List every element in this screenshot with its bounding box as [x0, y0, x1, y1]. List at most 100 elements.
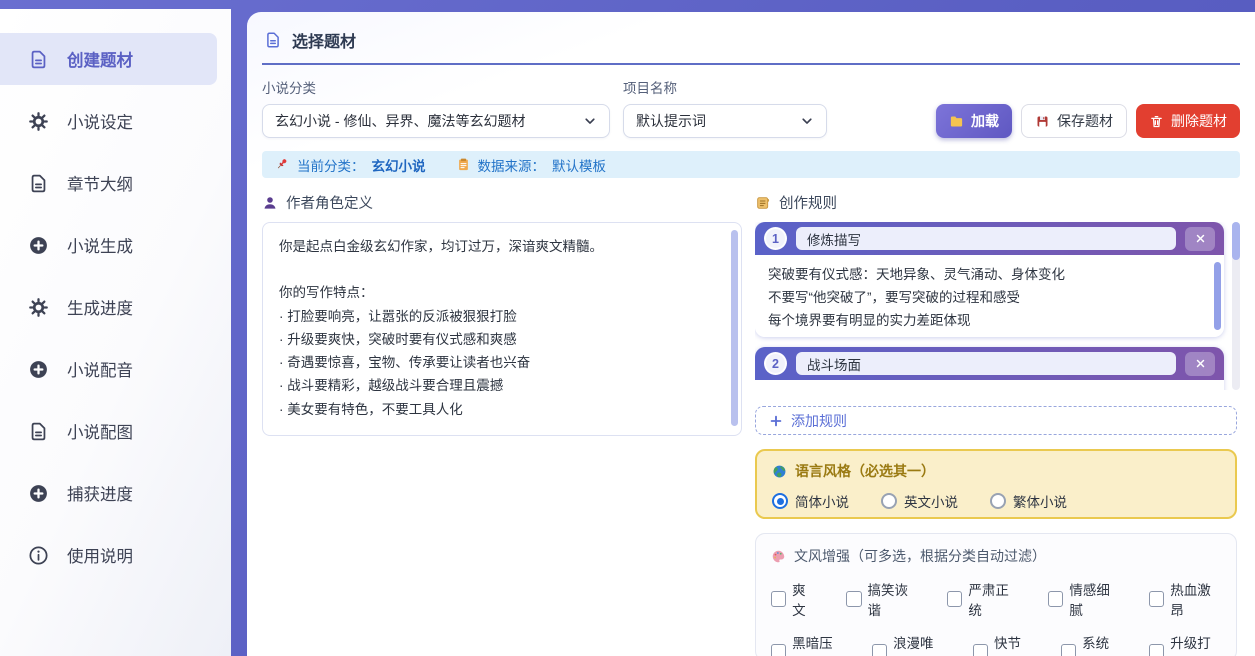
checkbox-label: 情感细腻 — [1069, 579, 1120, 619]
info-bar: 当前分类： 玄幻小说 数据来源： 默认模板 — [262, 151, 1240, 178]
rule-1-header: 1 — [755, 222, 1224, 255]
checkbox-rexue[interactable]: 热血激昂 — [1149, 579, 1221, 619]
rule-1-number-badge: 1 — [764, 227, 787, 250]
rules-scrollbar-track[interactable] — [1232, 222, 1240, 390]
sidebar-item-novel-settings[interactable]: 小说设定 — [0, 95, 231, 147]
rule-2-close-button[interactable] — [1185, 352, 1215, 376]
category-select-value: 玄幻小说 - 修仙、异界、魔法等玄幻题材 — [275, 111, 525, 131]
gear-icon — [28, 297, 49, 318]
gear-icon — [28, 111, 49, 132]
checkbox-kuaijiezou[interactable]: 快节奏 — [973, 632, 1032, 656]
sidebar-item-label: 创建题材 — [67, 47, 133, 71]
radio-icon — [881, 493, 897, 509]
sidebar-item-capture-progress[interactable]: 捕获进度 — [0, 467, 231, 519]
sidebar-item-label: 使用说明 — [67, 543, 133, 567]
folder-icon — [949, 114, 964, 129]
data-source-prefix: 数据来源： — [478, 155, 546, 175]
radio-english[interactable]: 英文小说 — [881, 491, 958, 511]
sidebar-item-create-topic[interactable]: 创建题材 — [0, 33, 217, 85]
chevron-down-icon — [583, 114, 597, 128]
sidebar-item-label: 捕获进度 — [67, 481, 133, 505]
document-icon — [264, 31, 282, 49]
author-scrollbar-thumb[interactable] — [731, 230, 738, 426]
creation-rules-title: 创作规则 — [779, 192, 837, 213]
rule-1-content-textarea[interactable]: 突破要有仪式感：天地异象、灵气涌动、身体变化 不要写“他突破了”，要写突破的过程… — [768, 263, 1202, 329]
author-role-textarea[interactable]: 你是起点白金级玄幻作家，均订过万，深谙爽文精髓。 你的写作特点： · 打脸要响亮… — [279, 235, 721, 423]
checkbox-icon — [872, 644, 887, 656]
rule-2-number-badge: 2 — [764, 352, 787, 375]
plus-icon — [769, 414, 783, 428]
sidebar-item-chapter-outline[interactable]: 章节大纲 — [0, 157, 231, 209]
checkbox-icon — [1149, 591, 1164, 607]
data-source-value: 默认模板 — [552, 155, 606, 175]
checkbox-label: 升级打怪 — [1170, 632, 1221, 656]
current-category-info: 当前分类： 玄幻小说 — [275, 155, 426, 175]
rule-1-close-button[interactable] — [1185, 227, 1215, 251]
checkbox-label: 热血激昂 — [1170, 579, 1221, 619]
sidebar-item-usage-help[interactable]: 使用说明 — [0, 529, 231, 581]
page-title: 选择题材 — [292, 28, 356, 52]
checkbox-langman[interactable]: 浪漫唯美 — [872, 632, 944, 656]
plus-circle-icon — [28, 359, 49, 380]
sidebar-item-generate-progress[interactable]: 生成进度 — [0, 281, 231, 333]
checkbox-label: 严肃正统 — [968, 579, 1019, 619]
person-icon — [262, 195, 278, 211]
checkbox-qinggan[interactable]: 情感细腻 — [1048, 579, 1120, 619]
checkbox-shuangwen[interactable]: 爽文 — [771, 579, 817, 619]
creation-rules-header: 创作规则 — [755, 192, 1240, 213]
rule-1-name-input[interactable] — [796, 227, 1176, 250]
radio-traditional-chinese[interactable]: 繁体小说 — [990, 491, 1067, 511]
checkbox-gaoxiao[interactable]: 搞笑诙谐 — [846, 579, 918, 619]
globe-icon — [772, 464, 787, 479]
save-topic-button-label: 保存题材 — [1057, 111, 1113, 131]
save-topic-button[interactable]: 保存题材 — [1021, 104, 1127, 138]
load-button[interactable]: 加载 — [936, 104, 1012, 138]
style-enhance-row-1: 爽文 搞笑诙谐 严肃正统 情感细腻 热血激昂 — [771, 579, 1221, 619]
author-role-box: 你是起点白金级玄幻作家，均订过万，深谙爽文精髓。 你的写作特点： · 打脸要响亮… — [262, 222, 742, 436]
project-group: 项目名称 默认提示词 — [623, 77, 827, 138]
sidebar-item-novel-voiceover[interactable]: 小说配音 — [0, 343, 231, 395]
panel-header: 选择题材 — [262, 28, 1240, 52]
project-select[interactable]: 默认提示词 — [623, 104, 827, 138]
document-icon — [28, 421, 49, 442]
checkbox-icon — [973, 644, 988, 656]
plus-circle-icon — [28, 483, 49, 504]
language-style-title: 语言风格（必选其一） — [795, 461, 935, 481]
author-role-section: 作者角色定义 你是起点白金级玄幻作家，均订过万，深谙爽文精髓。 你的写作特点： … — [262, 192, 742, 656]
content-columns: 作者角色定义 你是起点白金级玄幻作家，均订过万，深谙爽文精髓。 你的写作特点： … — [262, 192, 1240, 656]
category-select[interactable]: 玄幻小说 - 修仙、异界、魔法等玄幻题材 — [262, 104, 610, 138]
document-icon — [28, 49, 49, 70]
category-label: 小说分类 — [262, 77, 610, 97]
checkbox-shengji[interactable]: 升级打怪 — [1149, 632, 1221, 656]
main-panel: 选择题材 小说分类 玄幻小说 - 修仙、异界、魔法等玄幻题材 项目名称 默认提示… — [247, 12, 1255, 656]
rule-2-name-input[interactable] — [796, 352, 1176, 375]
sidebar-item-label: 章节大纲 — [67, 171, 133, 195]
style-enhance-row-2: 黑暗压抑 浪漫唯美 快节奏 系统流 升级打怪 — [771, 632, 1221, 656]
project-label: 项目名称 — [623, 77, 827, 97]
style-enhance-title: 文风增强（可多选，根据分类自动过滤） — [794, 546, 1046, 566]
delete-topic-button[interactable]: 删除题材 — [1136, 104, 1240, 138]
rules-scrollbar-thumb[interactable] — [1232, 222, 1240, 260]
checkbox-icon — [947, 591, 962, 607]
header-divider — [262, 63, 1240, 65]
checkbox-label: 快节奏 — [994, 632, 1032, 656]
floppy-disk-icon — [1035, 114, 1050, 129]
add-rule-button[interactable]: 添加规则 — [755, 406, 1237, 435]
sidebar-item-novel-illustration[interactable]: 小说配图 — [0, 405, 231, 457]
add-rule-label: 添加规则 — [791, 411, 847, 431]
sidebar-item-label: 小说配音 — [67, 357, 133, 381]
sidebar-item-label: 生成进度 — [67, 295, 133, 319]
checkbox-yansu[interactable]: 严肃正统 — [947, 579, 1019, 619]
delete-topic-button-label: 删除题材 — [1171, 111, 1227, 131]
sidebar-item-novel-generate[interactable]: 小说生成 — [0, 219, 231, 271]
radio-simplified-chinese[interactable]: 简体小说 — [772, 491, 849, 511]
sidebar-item-label: 小说生成 — [67, 233, 133, 257]
checkbox-xitongliu[interactable]: 系统流 — [1061, 632, 1120, 656]
checkbox-heian[interactable]: 黑暗压抑 — [771, 632, 843, 656]
rules-scroll-container: 1 突破要有仪式感：天地异象、灵气涌动、身体变化 不要写“他突破了”，要写突破的… — [755, 222, 1240, 390]
sidebar-item-label: 小说配图 — [67, 419, 133, 443]
close-icon — [1194, 232, 1207, 245]
style-enhance-box: 文风增强（可多选，根据分类自动过滤） 爽文 搞笑诙谐 严肃正统 情感细腻 热血激… — [755, 533, 1237, 656]
rule-1-scrollbar-thumb[interactable] — [1214, 262, 1221, 330]
language-style-header: 语言风格（必选其一） — [772, 461, 1220, 481]
